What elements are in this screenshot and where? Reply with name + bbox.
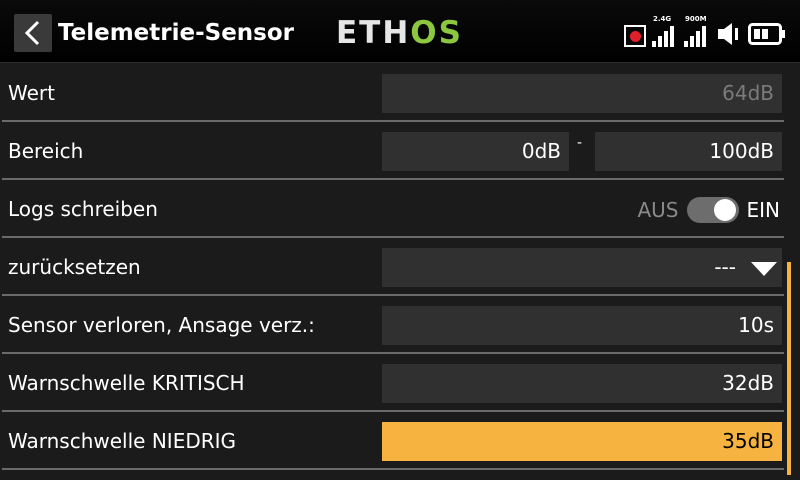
row-low-threshold: Warnschwelle NIEDRIG 35dB <box>0 413 784 470</box>
critical-threshold-field[interactable]: 32dB <box>382 364 782 403</box>
logo-text-left: ETH <box>336 15 411 51</box>
battery-icon <box>748 23 785 45</box>
low-threshold-field[interactable]: 35dB <box>382 422 782 461</box>
row-logs: Logs schreiben AUS EIN <box>0 181 784 238</box>
reset-dropdown-value: --- <box>714 255 736 279</box>
header-bar: Telemetrie-Sensor ETHOS 2.4G 900M <box>0 0 800 63</box>
row-label-range: Bereich <box>8 139 84 163</box>
sensor-lost-delay-field[interactable]: 10s <box>382 306 782 345</box>
range-min-field[interactable]: 0dB <box>382 132 569 171</box>
row-label-reset: zurücksetzen <box>8 255 141 279</box>
back-button[interactable] <box>14 14 52 52</box>
logs-toggle[interactable]: AUS EIN <box>637 190 780 229</box>
signal-24g-icon: 2.4G <box>652 15 678 47</box>
toggle-knob <box>713 198 736 221</box>
toggle-switch[interactable] <box>686 196 739 223</box>
row-critical-threshold: Warnschwelle KRITISCH 32dB <box>0 355 784 412</box>
chevron-left-icon <box>24 20 40 46</box>
reset-dropdown[interactable]: --- <box>382 248 782 287</box>
page-title: Telemetrie-Sensor <box>58 20 295 46</box>
range-separator: - <box>577 135 583 151</box>
row-label-logs: Logs schreiben <box>8 197 158 221</box>
ethos-logo: ETHOS <box>336 16 463 50</box>
row-reset: zurücksetzen --- <box>0 239 784 296</box>
row-sensor-lost: Sensor verloren, Ansage verz.: 10s <box>0 297 784 354</box>
dropdown-arrow-icon <box>751 262 777 276</box>
row-value: Wert 64dB <box>0 65 784 122</box>
toggle-on-label: EIN <box>746 197 781 222</box>
signal-24g-label: 2.4G <box>653 15 672 23</box>
status-icons: 2.4G 900M <box>624 15 786 47</box>
value-readout: 64dB <box>382 74 782 113</box>
row-range: Bereich 0dB - 100dB <box>0 123 784 180</box>
row-label-value: Wert <box>8 81 55 105</box>
row-label-sensor-lost: Sensor verloren, Ansage verz.: <box>8 313 315 337</box>
toggle-off-label: AUS <box>637 197 679 222</box>
range-max-field[interactable]: 100dB <box>595 132 782 171</box>
signal-900m-label: 900M <box>685 15 707 23</box>
logo-text-right: OS <box>410 15 463 51</box>
scrollbar[interactable] <box>787 262 791 475</box>
row-label-low: Warnschwelle NIEDRIG <box>8 429 237 453</box>
record-icon <box>624 25 646 47</box>
row-label-critical: Warnschwelle KRITISCH <box>8 371 245 395</box>
speaker-icon <box>718 23 738 45</box>
signal-900m-icon: 900M <box>684 15 710 47</box>
